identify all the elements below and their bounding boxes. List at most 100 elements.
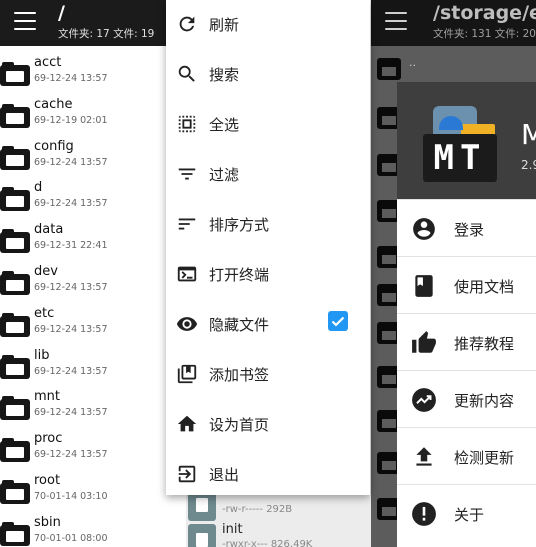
folder-icon [0, 103, 30, 128]
menu-item-label: 设为首页 [209, 416, 270, 434]
file-name: data [34, 222, 64, 238]
list-item[interactable]: dev 69-12-24 13:57 [0, 261, 186, 303]
refresh-icon [179, 16, 195, 32]
menu-item-hidden-files[interactable]: 隐藏文件 [166, 300, 370, 350]
drawer-item-label: 关于 [454, 506, 485, 524]
list-item[interactable]: lib 69-12-24 13:57 [0, 345, 186, 387]
list-item[interactable]: d 69-12-24 13:57 [0, 177, 186, 219]
list-item[interactable]: cache 69-12-19 02:01 [0, 94, 186, 136]
menu-item-sort[interactable]: 排序方式 [166, 200, 370, 250]
menu-icon[interactable] [385, 12, 407, 30]
thumb-up-icon [412, 331, 436, 353]
app-name: M [521, 118, 536, 151]
account-icon [413, 218, 435, 240]
checkbox-checked-icon[interactable] [328, 311, 348, 331]
select-all-icon [178, 115, 196, 133]
folder-icon [0, 270, 30, 295]
file-date: 69-12-31 22:41 [34, 240, 108, 252]
screen: / 文件夹: 17 文件: 19 acct 69-12-24 13:57 cac… [0, 0, 536, 547]
file-name: acct [34, 55, 62, 70]
menu-item-filter[interactable]: 过滤 [166, 150, 370, 200]
parent-dir[interactable]: .. [409, 56, 416, 69]
logo-text: MT [433, 138, 487, 178]
list-item[interactable]: root 70-01-14 03:10 [0, 470, 186, 512]
terminal-icon [177, 266, 197, 282]
list-item[interactable]: data 69-12-31 22:41 [0, 219, 186, 261]
drawer-item-label: 检测更新 [454, 449, 515, 467]
upload-icon [416, 447, 432, 466]
bookmark-icon [177, 364, 197, 384]
file-name: cache [34, 96, 73, 112]
file-date: 69-12-24 13:57 [34, 281, 108, 293]
list-item[interactable]: config 69-12-24 13:57 [0, 136, 186, 178]
navigation-drawer: MT M 2.9 登录 使用文档 推荐教程 更新内容 检测更新 关于 [397, 82, 536, 547]
folder-icon [0, 187, 30, 212]
list-item[interactable]: init -rwxr-x--- 826.49K [186, 518, 371, 547]
drawer-item-label: 登录 [454, 221, 485, 239]
drawer-item-docs[interactable]: 使用文档 [397, 256, 536, 313]
file-name: lib [34, 347, 50, 363]
menu-item-label: 全选 [209, 116, 240, 134]
home-icon [177, 415, 197, 432]
drawer-header: MT M 2.9 [397, 82, 536, 199]
menu-item-search[interactable]: 搜索 [166, 50, 370, 100]
drawer-item-label: 使用文档 [454, 278, 515, 296]
eye-icon [176, 317, 198, 331]
drawer-item-about[interactable]: 关于 [397, 484, 536, 541]
menu-item-set-home[interactable]: 设为首页 [166, 400, 370, 450]
folder-icon [0, 312, 30, 337]
menu-item-refresh[interactable]: 刷新 [166, 0, 370, 50]
current-path[interactable]: /storage/em [433, 2, 536, 24]
list-item[interactable]: mnt 69-12-24 13:57 [0, 386, 186, 428]
search-icon [178, 65, 195, 82]
file-name: etc [34, 305, 55, 321]
file-date: 69-12-24 13:57 [34, 198, 108, 210]
right-toolbar: /storage/em 文件夹: 131 文件: 20 [371, 0, 536, 46]
trending-icon [412, 388, 436, 412]
current-path[interactable]: / [58, 2, 65, 24]
list-item[interactable]: proc 69-12-24 13:57 [0, 428, 186, 470]
file-date: 69-12-24 13:57 [34, 323, 108, 335]
app-logo: MT [423, 106, 497, 182]
file-date: 69-12-24 13:57 [34, 449, 108, 461]
folder-icon [0, 145, 30, 170]
folder-icon [0, 521, 30, 546]
list-item[interactable]: acct 69-12-24 13:57 [0, 52, 186, 94]
drawer-item-login[interactable]: 登录 [397, 199, 536, 256]
app-version: 2.9 [521, 158, 536, 172]
folder-icon [0, 354, 30, 379]
folder-icon [0, 229, 30, 254]
file-name: proc [34, 431, 63, 447]
menu-item-label: 搜索 [209, 66, 240, 84]
folder-icon [377, 58, 401, 80]
drawer-item-check-update[interactable]: 检测更新 [397, 427, 536, 484]
menu-item-label: 打开终端 [209, 266, 270, 284]
left-toolbar: / 文件夹: 17 文件: 19 [0, 0, 186, 46]
file-date: 69-12-24 13:57 [34, 365, 108, 377]
file-meta: -rwxr-x--- 826.49K [222, 539, 313, 547]
menu-item-select-all[interactable]: 全选 [166, 100, 370, 150]
menu-item-add-bookmark[interactable]: 添加书签 [166, 350, 370, 400]
file-date: 69-12-24 13:57 [34, 407, 108, 419]
folder-icon [0, 479, 30, 504]
sort-icon [178, 218, 196, 230]
file-list: acct 69-12-24 13:57 cache 69-12-19 02:01… [0, 52, 186, 547]
drawer-item-changelog[interactable]: 更新内容 [397, 370, 536, 427]
drawer-item-tutorials[interactable]: 推荐教程 [397, 313, 536, 370]
file-name: root [34, 472, 61, 488]
file-name: sbin [34, 514, 61, 530]
menu-icon[interactable] [14, 12, 36, 30]
file-meta: -rw-r----- 292B [222, 504, 293, 515]
list-item[interactable]: etc 69-12-24 13:57 [0, 303, 186, 345]
file-name: init [222, 522, 243, 537]
menu-item-terminal[interactable]: 打开终端 [166, 250, 370, 300]
context-menu: 刷新 搜索 全选 过滤 排序方式 打开终端 隐藏文件 添加书签 设为首页 退出 [166, 0, 370, 495]
file-date: 70-01-14 03:10 [34, 490, 108, 502]
list-item[interactable]: sbin 70-01-01 08:00 [0, 512, 186, 547]
menu-item-label: 过滤 [209, 166, 240, 184]
menu-item-label: 退出 [209, 466, 240, 484]
menu-item-label: 添加书签 [209, 366, 270, 384]
left-file-pane: / 文件夹: 17 文件: 19 acct 69-12-24 13:57 cac… [0, 0, 186, 547]
menu-item-label: 刷新 [209, 16, 240, 34]
menu-item-exit[interactable]: 退出 [166, 450, 370, 500]
